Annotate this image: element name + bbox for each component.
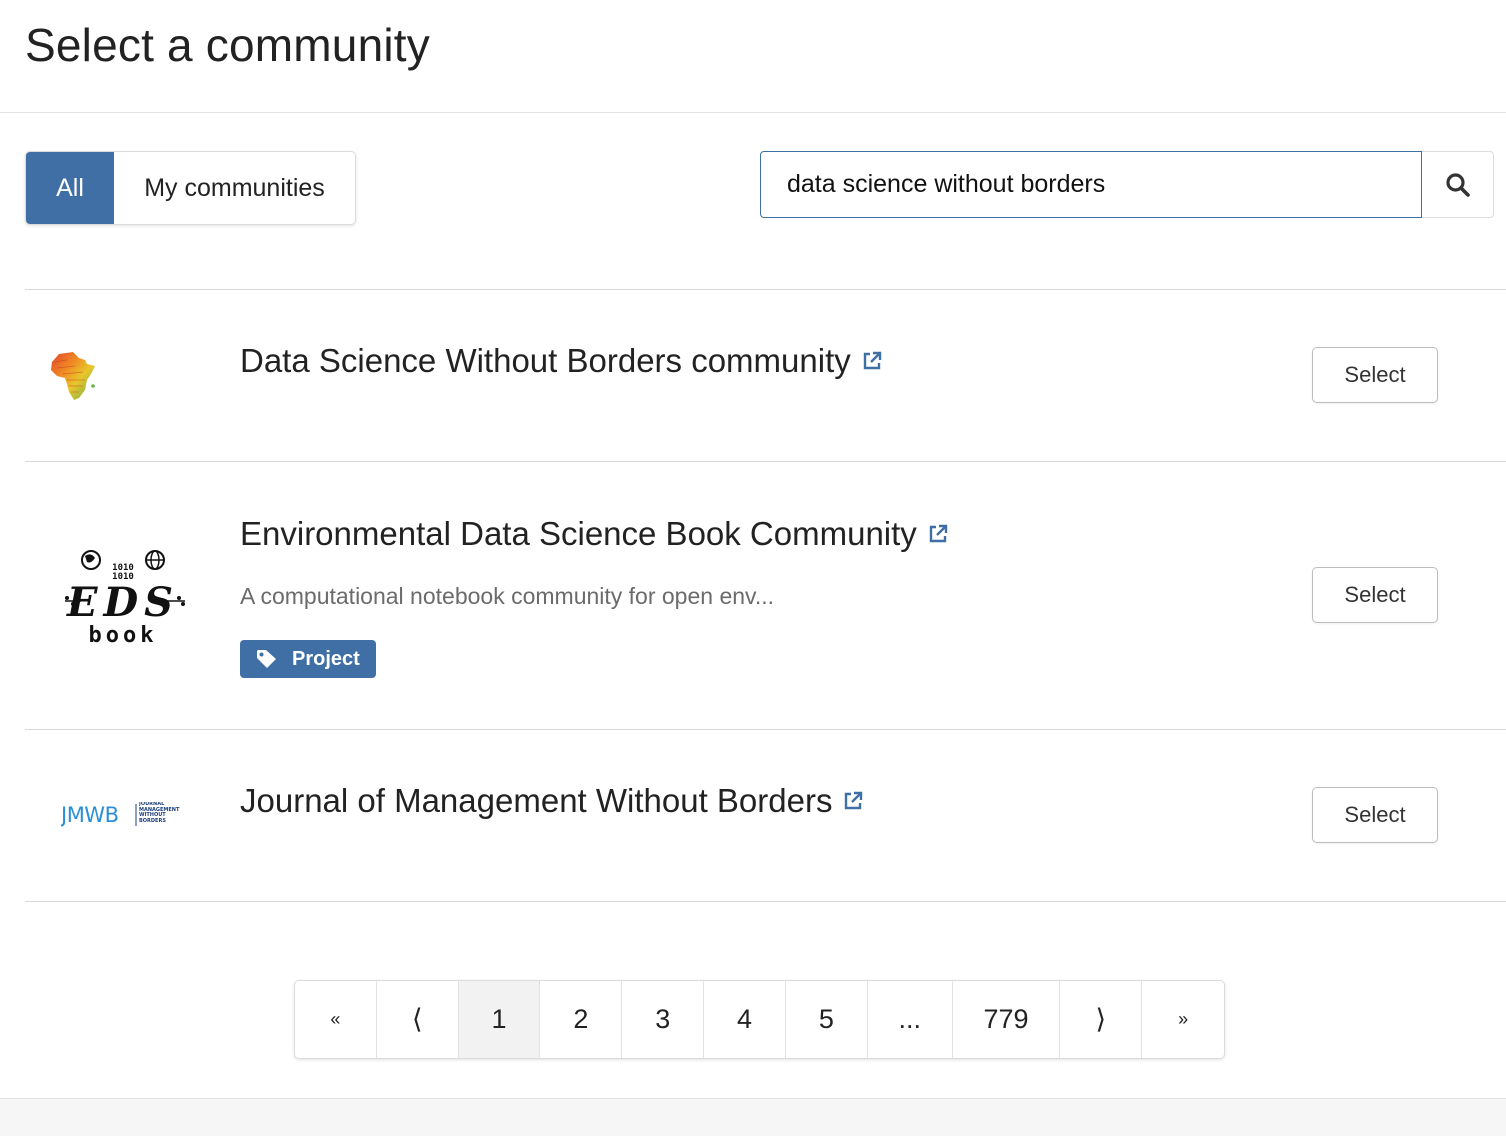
external-link-icon[interactable]	[842, 790, 864, 812]
page-button-1[interactable]: 1	[458, 981, 541, 1058]
list-item: Data Science Without Borders community S…	[25, 290, 1506, 461]
pagination: « ⟨ 1 2 3 4 5 ... 779 ⟩ »	[294, 980, 1225, 1059]
list-item: 1010 1010 EDS book Environmental Data Sc…	[25, 462, 1506, 729]
external-link-icon[interactable]	[861, 350, 883, 372]
page-button-5[interactable]: 5	[786, 981, 868, 1058]
page-button-2[interactable]: 2	[540, 981, 623, 1058]
modal-footer	[0, 1098, 1506, 1136]
africa-map-logo	[51, 352, 95, 400]
badge-label: Project	[292, 647, 360, 670]
community-title[interactable]: Journal of Management Without Borders	[240, 782, 832, 820]
search-button[interactable]	[1422, 151, 1494, 218]
first-page-button[interactable]: «	[295, 981, 377, 1058]
logo-main-text: EDS	[66, 579, 179, 626]
modal-header: Select a community	[0, 0, 1506, 113]
tab-all[interactable]: All	[26, 152, 114, 224]
community-title[interactable]: Environmental Data Science Book Communit…	[240, 515, 917, 553]
next-page-button[interactable]: ⟩	[1060, 981, 1143, 1058]
page-title: Select a community	[25, 19, 430, 71]
search-input[interactable]	[760, 151, 1422, 218]
last-page-button[interactable]: »	[1142, 981, 1224, 1058]
pagination-ellipsis: ...	[868, 981, 953, 1058]
divider	[25, 901, 1506, 902]
type-badge: Project	[240, 640, 376, 678]
select-button[interactable]: Select	[1312, 347, 1438, 403]
prev-page-button[interactable]: ⟨	[377, 981, 459, 1058]
page-button-4[interactable]: 4	[704, 981, 786, 1058]
community-list: Data Science Without Borders community S…	[25, 289, 1506, 902]
community-filter-tabs: All My communities	[25, 151, 356, 225]
tag-icon	[257, 650, 276, 668]
tab-my-communities[interactable]: My communities	[114, 152, 355, 224]
list-item: JMWB JOURNAL MANAGEMENT WITHOUT BORDERS …	[25, 730, 1506, 901]
logo-sub-text: book	[89, 623, 158, 646]
select-button[interactable]: Select	[1312, 787, 1438, 843]
search-bar	[760, 151, 1494, 218]
logo-sub-text: JOURNAL MANAGEMENT WITHOUT BORDERS	[139, 802, 180, 824]
community-title[interactable]: Data Science Without Borders community	[240, 342, 851, 380]
page-button-779[interactable]: 779	[953, 981, 1061, 1058]
logo-main-text: JMWB	[61, 803, 118, 827]
jmwb-logo: JMWB JOURNAL MANAGEMENT WITHOUT BORDERS	[61, 802, 180, 827]
eds-book-logo: 1010 1010 EDS book	[65, 550, 185, 646]
community-description: A computational notebook community for o…	[240, 583, 774, 609]
external-link-icon[interactable]	[927, 523, 949, 545]
page-button-3[interactable]: 3	[622, 981, 705, 1058]
search-icon	[1445, 172, 1470, 197]
select-button[interactable]: Select	[1312, 567, 1438, 623]
